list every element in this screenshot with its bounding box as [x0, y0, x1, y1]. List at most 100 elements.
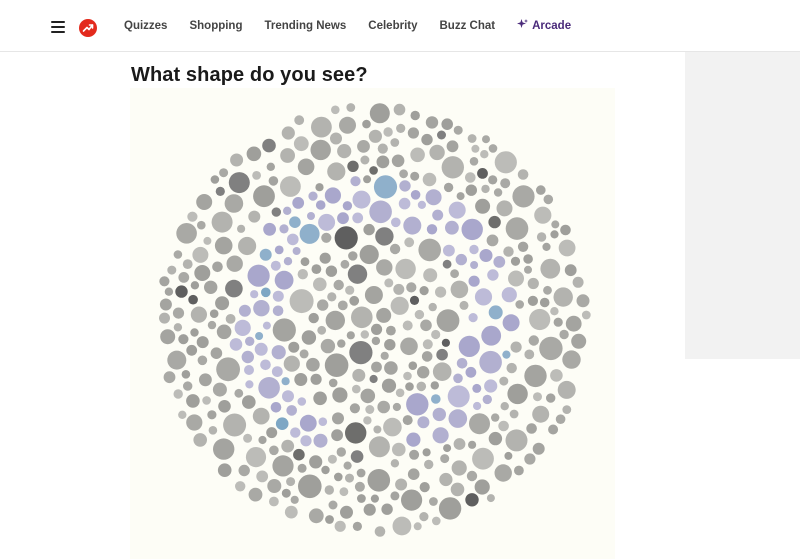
plate-dot — [553, 287, 573, 307]
plate-dot — [352, 190, 371, 209]
plate-dot — [524, 453, 536, 465]
plate-dot — [315, 200, 326, 210]
plate-dot — [465, 493, 479, 507]
plate-dot — [502, 350, 511, 359]
plate-dot — [369, 374, 378, 384]
plate-dot — [346, 103, 356, 112]
plate-dot — [306, 357, 320, 372]
plate-dot — [524, 349, 535, 360]
plate-dot — [496, 200, 513, 217]
plate-dot — [550, 307, 559, 316]
plate-dot — [557, 380, 576, 399]
plate-dot — [313, 391, 327, 406]
plate-dot — [417, 200, 426, 209]
plate-dot — [252, 407, 270, 425]
plate-dot — [283, 355, 300, 372]
plate-dot — [327, 292, 337, 302]
plate-dot — [543, 285, 552, 295]
plate-dot — [369, 166, 378, 175]
nav-link-celebrity[interactable]: Celebrity — [368, 20, 417, 32]
hamburger-menu-icon[interactable] — [51, 21, 65, 33]
plate-dot — [448, 409, 468, 428]
plate-dot — [248, 487, 263, 502]
plate-dot — [491, 413, 500, 422]
plate-dot — [398, 197, 411, 210]
plate-dot — [281, 126, 295, 140]
plate-dot — [359, 244, 379, 265]
plate-dot — [431, 394, 441, 404]
plate-dot — [286, 405, 297, 416]
plate-dot — [465, 172, 476, 183]
plate-dot — [173, 250, 183, 259]
plate-dot — [225, 279, 243, 298]
plate-dot — [190, 328, 199, 337]
plate-dot — [403, 216, 422, 235]
plate-dot — [369, 103, 390, 124]
plate-dot — [432, 407, 446, 422]
plate-dot — [181, 370, 191, 379]
plate-dot — [159, 298, 172, 311]
plate-dot — [475, 198, 491, 214]
plate-dot — [368, 129, 382, 143]
page-title: What shape do you see? — [131, 64, 368, 86]
plate-dot — [343, 461, 352, 470]
plate-dot — [210, 347, 223, 360]
plate-dot — [310, 139, 331, 161]
plate-dot — [532, 442, 545, 455]
plate-dot — [229, 338, 243, 351]
plate-dot — [455, 253, 467, 266]
plate-dot — [186, 344, 198, 356]
plate-dot — [243, 433, 253, 443]
nav-link-shopping[interactable]: Shopping — [189, 20, 242, 32]
nav-link-quizzes[interactable]: Quizzes — [124, 20, 167, 32]
plate-dot — [349, 341, 373, 365]
plate-dot — [313, 277, 327, 292]
plate-dot — [441, 338, 450, 347]
nav-link-buzz-chat[interactable]: Buzz Chat — [440, 20, 496, 32]
plate-dot — [267, 479, 282, 493]
plate-dot — [533, 392, 542, 402]
plate-dot — [399, 169, 408, 179]
plate-dot — [425, 116, 439, 129]
plate-dot — [202, 396, 211, 405]
plate-dot — [178, 334, 189, 345]
plate-dot — [245, 447, 267, 468]
plate-dot — [362, 119, 371, 129]
plate-dot — [376, 307, 392, 323]
plate-dot — [327, 454, 337, 464]
plate-dot — [465, 184, 477, 196]
plate-dot — [437, 130, 446, 140]
plate-dot — [468, 275, 480, 287]
plate-dot — [261, 287, 271, 298]
plate-dot — [270, 260, 281, 271]
plate-dot — [458, 335, 480, 357]
plate-dot — [393, 283, 405, 295]
plate-dot — [324, 353, 349, 378]
plate-dot — [560, 224, 571, 236]
plate-dot — [562, 350, 581, 369]
plate-dot — [421, 351, 433, 362]
plate-dot — [270, 402, 282, 413]
plate-dot — [212, 261, 223, 273]
plate-dot — [274, 270, 294, 290]
plate-dot — [216, 357, 240, 382]
nav-link-trending-news[interactable]: Trending News — [264, 20, 346, 32]
plate-dot — [373, 425, 382, 434]
plate-dot — [581, 310, 591, 320]
nav-link-arcade[interactable]: Arcade — [517, 19, 571, 33]
plate-dot — [429, 144, 445, 161]
plate-dot — [331, 429, 343, 442]
plate-dot — [197, 355, 208, 366]
plate-dot — [486, 494, 495, 503]
trending-logo-icon[interactable] — [79, 19, 97, 37]
plate-dot — [445, 220, 459, 235]
plate-dot — [269, 445, 279, 456]
plate-dot — [351, 306, 373, 329]
plate-dot — [453, 438, 466, 450]
plate-dot — [280, 176, 301, 197]
plate-dot — [479, 249, 493, 262]
plate-dot — [241, 350, 254, 364]
plate-dot — [368, 436, 390, 458]
plate-dot — [289, 289, 314, 314]
plate-dot — [472, 383, 482, 393]
